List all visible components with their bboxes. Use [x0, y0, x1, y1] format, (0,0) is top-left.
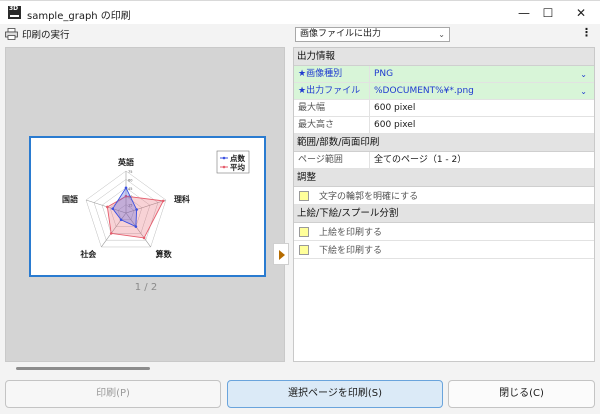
chevron-down-icon[interactable]: ⌄: [580, 83, 587, 100]
output-file-label: ★出力ファイル: [294, 83, 370, 99]
toolbar: 印刷の実行 画像ファイルに出力 ⌄ ⋮: [0, 24, 600, 44]
max-width-row[interactable]: 最大幅 600 pixel: [294, 100, 594, 117]
legend-marker: [222, 165, 226, 169]
window-title: sample_graph の印刷: [27, 11, 131, 22]
print-under-checkbox[interactable]: [299, 244, 309, 255]
page-range-label: ページ範囲: [294, 152, 370, 168]
section-adjust: 調整: [294, 169, 594, 187]
app-icon: 3D: [8, 6, 21, 19]
radar-tick-label: 75: [128, 170, 132, 174]
page-range-value[interactable]: 全てのページ（1 - 2）: [370, 152, 594, 168]
radar-data-point: [111, 207, 114, 210]
radar-tick-label: 45: [128, 187, 132, 191]
print-over-option[interactable]: 上絵を印刷する: [294, 223, 594, 241]
chevron-down-icon: ⌄: [438, 30, 445, 39]
radar-category-label: 英語: [117, 157, 134, 167]
print-run-button[interactable]: 印刷の実行: [5, 27, 70, 41]
radar-chart: 1530456075英語理科算数社会国語点数平均: [62, 150, 250, 259]
radar-data-point: [161, 199, 165, 203]
radar-data-point: [124, 186, 128, 190]
preview-pane[interactable]: 15 30 45 60 75 英語 理科 算数 社会 国語 点数 平均 1 / 2: [5, 47, 289, 370]
output-file-value[interactable]: %DOCUMENT%¥*.png: [370, 83, 594, 99]
section-output-info: 出力情報: [294, 48, 594, 66]
max-width-value[interactable]: 600 pixel: [370, 100, 594, 116]
legend-marker: [222, 156, 226, 160]
print-under-option[interactable]: 下絵を印刷する: [294, 241, 594, 259]
close-window-button[interactable]: ✕: [561, 1, 600, 25]
sharpen-text-label: 文字の輪郭を明確にする: [319, 192, 419, 202]
radar-category-label: 算数: [156, 249, 173, 259]
radar-data-point: [135, 208, 138, 211]
chevron-down-icon[interactable]: ⌄: [580, 66, 587, 83]
arrow-right-icon: [279, 250, 285, 260]
max-height-value[interactable]: 600 pixel: [370, 117, 594, 133]
print-over-checkbox[interactable]: [299, 226, 309, 237]
sharpen-text-checkbox[interactable]: [299, 190, 309, 201]
page-range-row[interactable]: ページ範囲 全てのページ（1 - 2）: [294, 152, 594, 169]
radar-category-label: 理科: [174, 194, 190, 204]
image-type-value[interactable]: PNG: [370, 66, 594, 82]
image-type-row[interactable]: ★画像種別 PNG ⌄: [294, 66, 594, 83]
print-button[interactable]: 印刷(P): [5, 380, 221, 408]
radar-tick-label: 60: [128, 178, 132, 182]
radar-data-point: [106, 205, 109, 209]
horizontal-scrollbar[interactable]: [16, 367, 150, 370]
radar-data-point: [119, 218, 123, 222]
print-over-label: 上絵を印刷する: [319, 228, 383, 238]
expand-panel-button[interactable]: [273, 243, 289, 265]
max-height-label: 最大高さ: [294, 117, 370, 133]
image-type-label: ★画像種別: [294, 66, 370, 82]
radar-category-label: 社会: [79, 249, 96, 259]
page-indicator: 1 / 2: [134, 282, 158, 293]
print-run-label: 印刷の実行: [22, 30, 70, 41]
radar-data-point: [109, 232, 113, 235]
printer-icon: [5, 28, 18, 40]
more-options-icon[interactable]: ⋮: [581, 27, 592, 39]
radar-data-point: [142, 236, 146, 240]
output-file-row[interactable]: ★出力ファイル %DOCUMENT%¥*.png ⌄: [294, 83, 594, 100]
section-split: 上絵/下絵/スプール分割: [294, 205, 594, 223]
section-range: 範囲/部数/両面印刷: [294, 134, 594, 152]
sharpen-text-option[interactable]: 文字の輪郭を明確にする: [294, 187, 594, 205]
close-button[interactable]: 閉じる(C): [448, 380, 595, 408]
radar-category-label: 国語: [62, 194, 78, 204]
max-width-label: 最大幅: [294, 100, 370, 116]
print-selected-button[interactable]: 選択ページを印刷(S): [227, 380, 443, 408]
print-under-label: 下絵を印刷する: [319, 246, 383, 256]
legend-label: 平均: [230, 162, 245, 172]
output-mode-select[interactable]: 画像ファイルに出力 ⌄: [295, 27, 450, 42]
properties-panel: 出力情報 ★画像種別 PNG ⌄ ★出力ファイル %DOCUMENT%¥*.pn…: [293, 47, 595, 362]
legend-label: 点数: [230, 153, 245, 163]
title-bar: 3D sample_graph の印刷 — ☐ ✕: [0, 0, 600, 24]
radar-data-point: [134, 225, 138, 228]
max-height-row[interactable]: 最大高さ 600 pixel: [294, 117, 594, 134]
preview-page[interactable]: 15 30 45 60 75 英語 理科 算数 社会 国語 点数 平均: [29, 136, 266, 277]
output-mode-value: 画像ファイルに出力: [300, 29, 382, 39]
